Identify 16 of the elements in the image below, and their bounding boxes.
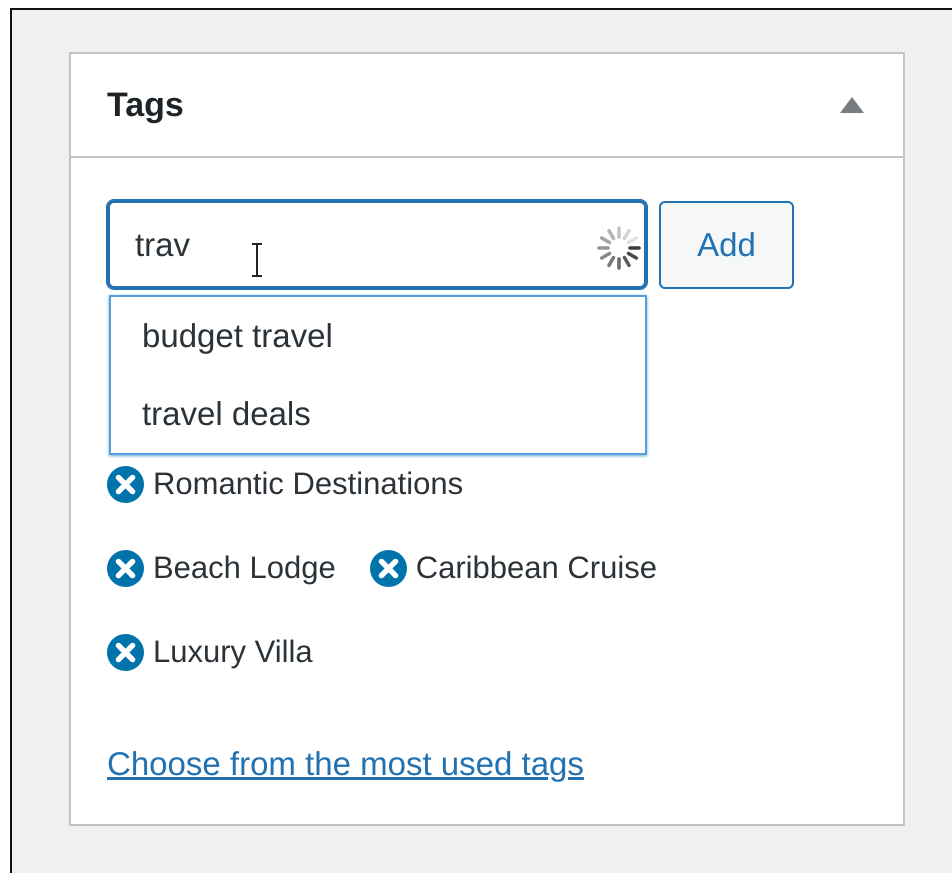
tag-label: Luxury Villa (153, 634, 313, 670)
most-used-tags-link[interactable]: Choose from the most used tags (107, 745, 584, 783)
tag-label: Beach Lodge (153, 550, 336, 586)
text-cursor-icon (250, 243, 264, 277)
panel-title: Tags (107, 86, 184, 124)
suggestion-item[interactable]: travel deals (142, 385, 311, 443)
suggestion-item[interactable]: budget travel (142, 307, 333, 365)
tag-label: Romantic Destinations (153, 466, 464, 502)
add-button[interactable]: Add (659, 200, 794, 288)
remove-tag-icon[interactable] (370, 550, 407, 586)
tag-input-field[interactable]: trav (107, 200, 647, 289)
remove-tag-icon[interactable] (107, 550, 144, 586)
remove-tag-icon[interactable] (107, 466, 144, 502)
collapse-toggle-icon[interactable] (839, 96, 865, 114)
tag-label: Caribbean Cruise (416, 550, 657, 586)
remove-tag-icon[interactable] (107, 634, 144, 670)
